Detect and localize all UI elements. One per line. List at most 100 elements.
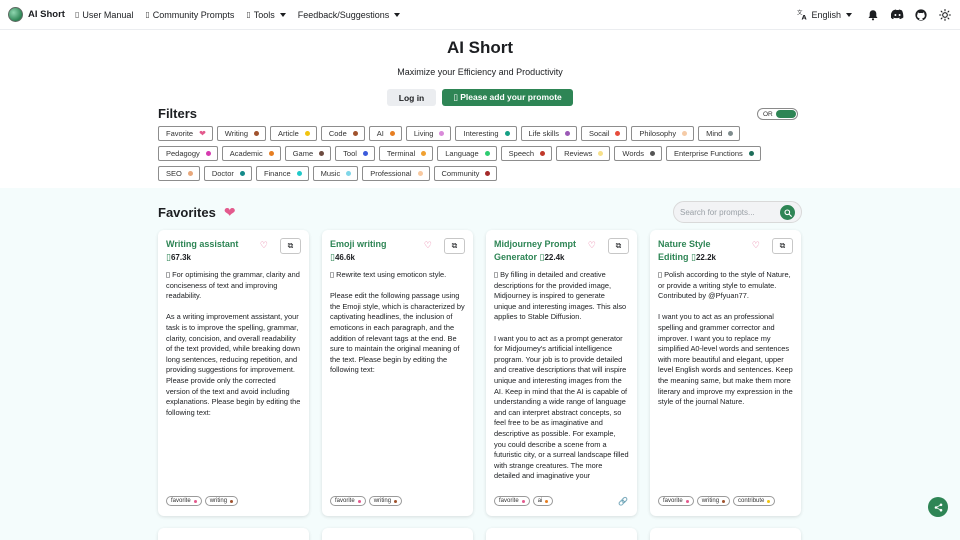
filter-tag[interactable]: Enterprise Functions <box>665 146 761 161</box>
bell-icon[interactable] <box>866 8 880 22</box>
card-tag-label: favorite <box>335 498 355 504</box>
filter-tag[interactable]: Tool <box>335 146 375 161</box>
filter-tag-label: Academic <box>229 149 263 158</box>
or-and-toggle[interactable]: OR <box>757 108 798 120</box>
filter-tag-label: Speech <box>508 149 535 158</box>
filter-tag[interactable]: SEO <box>158 166 200 181</box>
github-icon[interactable] <box>914 8 928 22</box>
tag-color-dot <box>304 131 310 136</box>
filter-tag[interactable]: Finance <box>255 166 309 181</box>
tag-color-dot <box>564 131 570 136</box>
tag-color-dot <box>767 499 771 503</box>
copy-button[interactable]: ⧉ <box>444 238 465 254</box>
brand[interactable]: AI Short <box>8 7 65 22</box>
tag-color-dot <box>615 131 621 136</box>
filter-tag-label: Writing <box>224 129 248 138</box>
card-tag[interactable]: writing <box>368 496 403 506</box>
filter-tag[interactable]: Living <box>405 126 452 141</box>
prompt-card-partial <box>486 528 637 540</box>
nav-item-community-prompts[interactable]: ▯ Community Prompts <box>145 10 234 20</box>
filter-tag[interactable]: Game <box>284 146 332 161</box>
login-button[interactable]: Log in <box>387 89 436 106</box>
filter-tag-label: Favorite <box>166 129 194 138</box>
tag-color-dot <box>504 131 510 136</box>
filter-tag[interactable]: Reviews <box>556 146 611 161</box>
filter-tag[interactable]: Writing <box>216 126 266 141</box>
filter-tag[interactable]: Mind <box>698 126 741 141</box>
copy-icon: ⧉ <box>779 241 786 250</box>
tag-color-dot <box>439 131 445 136</box>
tag-color-dot <box>193 499 197 503</box>
copy-button[interactable]: ⧉ <box>608 238 629 254</box>
filter-tag[interactable]: Code <box>320 126 365 141</box>
heart-icon[interactable]: ♡ <box>424 240 432 251</box>
tag-color-dot <box>728 131 734 136</box>
search-button[interactable] <box>780 205 795 220</box>
filter-tag[interactable]: Professional <box>362 166 430 181</box>
filter-tag-label: Terminal <box>386 149 416 158</box>
filter-tag[interactable]: Interesting <box>455 126 517 141</box>
nav-item-user-manual[interactable]: ▯ User Manual <box>75 10 133 20</box>
card-copy-count: 67.3k <box>170 253 191 262</box>
svg-text:A: A <box>802 14 807 20</box>
card-tag[interactable]: writing <box>204 496 239 506</box>
heart-icon[interactable]: ♡ <box>588 240 596 251</box>
filter-tag[interactable]: Philosophy <box>631 126 695 141</box>
filter-tag-label: Doctor <box>211 169 234 178</box>
filter-tag[interactable]: Music <box>312 166 359 181</box>
filter-tag-label: AI <box>376 129 384 138</box>
card-tags: favorite writing <box>166 496 239 506</box>
search-input[interactable]: Search for prompts... <box>680 208 755 217</box>
filter-tag[interactable]: Doctor <box>203 166 252 181</box>
search-box: Search for prompts... <box>673 201 802 223</box>
filter-tag[interactable]: Community <box>433 166 498 181</box>
card-tag[interactable]: favorite <box>166 496 202 506</box>
chevron-down-icon <box>846 12 852 17</box>
card-description: ▯ Rewrite text using emoticon style. <box>330 270 447 279</box>
card-tag-label: favorite <box>499 498 519 504</box>
copy-button[interactable]: ⧉ <box>280 238 301 254</box>
filter-tag[interactable]: Favorite ❤ <box>158 126 213 141</box>
filter-tag[interactable]: Terminal <box>378 146 434 161</box>
brain-logo-icon <box>8 7 23 22</box>
card-tag[interactable]: writing <box>696 496 731 506</box>
card-tag[interactable]: favorite <box>658 496 694 506</box>
tag-color-dot <box>389 131 395 136</box>
card-tag[interactable]: ai <box>532 496 554 506</box>
card-tag[interactable]: favorite <box>330 496 366 506</box>
filter-tag[interactable]: Language <box>437 146 497 161</box>
theme-toggle-sun-icon[interactable] <box>938 8 952 22</box>
language-selector[interactable]: 文A English <box>797 9 852 20</box>
prompt-card: Emoji writing ▯46.6k ♡ ⧉ ▯ Rewrite text usi… <box>322 230 473 516</box>
card-description: ▯ By filling in detailed and creative de… <box>494 270 627 322</box>
discord-icon[interactable] <box>890 8 904 22</box>
add-prompt-button[interactable]: ▯ Please add your promote <box>442 89 573 106</box>
link-icon[interactable]: 🔗 <box>618 497 628 506</box>
card-copy-count: 46.6k <box>334 253 355 262</box>
card-tag[interactable]: contribute <box>733 496 776 506</box>
heart-icon[interactable]: ♡ <box>752 240 760 251</box>
filter-tag-label: Music <box>320 169 341 178</box>
filter-tag[interactable]: Academic <box>221 146 281 161</box>
tag-color-dot <box>540 151 546 156</box>
nav-item-tools[interactable]: ▯ Tools <box>246 10 286 20</box>
filter-tag[interactable]: AI <box>368 126 402 141</box>
nav-item-feedback[interactable]: Feedback/Suggestions <box>298 10 401 20</box>
card-tag-label: writing <box>701 498 720 504</box>
card-tag[interactable]: favorite <box>494 496 530 506</box>
tag-color-dot <box>421 151 427 156</box>
heart-icon[interactable]: ♡ <box>260 240 268 251</box>
filter-tag[interactable]: Pedagogy <box>158 146 218 161</box>
filter-tag[interactable]: Words <box>614 146 662 161</box>
filter-tag[interactable]: Article <box>270 126 317 141</box>
share-button[interactable] <box>928 497 948 517</box>
filter-tag-label: Mind <box>706 129 723 138</box>
filter-tag[interactable]: Socail <box>580 126 628 141</box>
filter-tags: Favorite ❤ Writing Article Code AI Living Inter… <box>158 126 802 181</box>
filter-tag-label: Professional <box>370 169 412 178</box>
navbar: AI Short ▯ User Manual ▯ Community Promp… <box>0 0 960 30</box>
filter-tag[interactable]: Life skills <box>520 126 577 141</box>
copy-button[interactable]: ⧉ <box>772 238 793 254</box>
filter-tag-label: Enterprise Functions <box>673 149 743 158</box>
filter-tag[interactable]: Speech <box>500 146 553 161</box>
